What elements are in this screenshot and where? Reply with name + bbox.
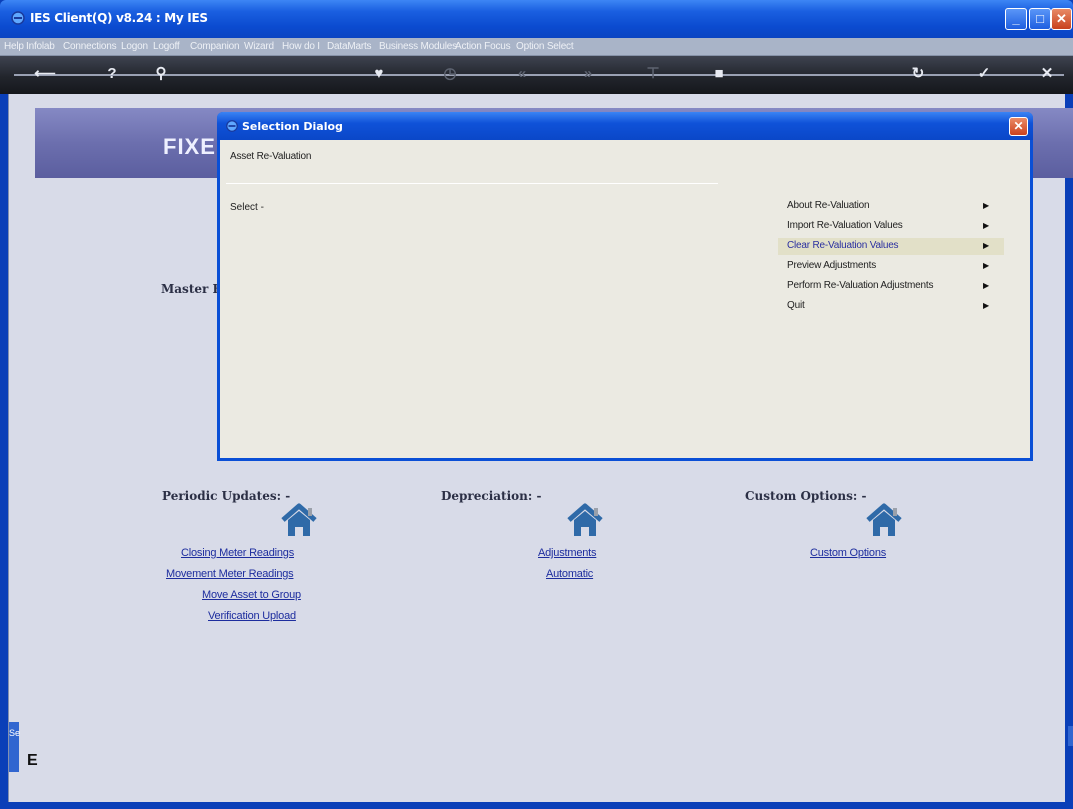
menu-option-select[interactable]: Option Select (516, 41, 574, 52)
dialog-subtitle: Asset Re-Valuation (230, 151, 312, 162)
select-label: Select - (230, 202, 264, 213)
back-icon[interactable]: ⟵ (32, 62, 58, 86)
side-panel-tab[interactable]: Se (9, 722, 21, 772)
menu-item-label: Import Re-Valuation Values (787, 220, 903, 231)
right-panel-tab[interactable] (1068, 726, 1073, 746)
menu-companion[interactable]: Companion (190, 41, 240, 52)
home-icon[interactable] (279, 502, 319, 538)
home-icon[interactable] (565, 502, 605, 538)
menu-how-do-i[interactable]: How do I (282, 41, 320, 52)
dialog-close-button[interactable]: ✕ (1009, 117, 1028, 136)
ie-app-icon (226, 120, 238, 132)
check-icon[interactable]: ✓ (971, 62, 997, 86)
ie-app-icon (11, 11, 25, 25)
side-panel-label: Se (9, 728, 21, 738)
clock-icon[interactable]: ◷ (437, 62, 463, 86)
minimize-button[interactable]: _ (1005, 8, 1027, 30)
menu-logon[interactable]: Logon (121, 41, 148, 52)
help-icon[interactable]: ? (99, 62, 125, 86)
menu-item-perform-revaluation-adjustments[interactable]: Perform Re-Valuation Adjustments ▶ (778, 278, 1004, 295)
menu-business-modules[interactable]: Business Modules (379, 41, 457, 52)
arrow-right-icon: ▶ (983, 221, 989, 230)
banner-title: FIXE (163, 134, 216, 159)
menu-wizard[interactable]: Wizard (244, 41, 274, 52)
dialog-title: Selection Dialog (242, 120, 343, 133)
automatic-link[interactable]: Automatic (546, 568, 593, 580)
arrow-right-icon: ▶ (983, 201, 989, 210)
menu-item-clear-revaluation-values[interactable]: Clear Re-Valuation Values ▶ (778, 238, 1004, 255)
window-title: IES Client(Q) v8.24 : My IES (30, 11, 208, 25)
movement-meter-readings-link[interactable]: Movement Meter Readings (166, 568, 294, 580)
search-icon[interactable]: ⚲ (148, 62, 174, 86)
menu-item-quit[interactable]: Quit ▶ (778, 298, 1004, 315)
app-window: IES Client(Q) v8.24 : My IES _ □ ✕ Help … (0, 0, 1073, 809)
arrow-right-icon: ▶ (983, 261, 989, 270)
separator (226, 183, 718, 184)
custom-options-heading: Custom Options: - (745, 489, 867, 503)
refresh-icon[interactable]: ↻ (905, 62, 931, 86)
selection-dialog: Selection Dialog ✕ Asset Re-Valuation Se… (217, 112, 1033, 461)
menu-item-preview-adjustments[interactable]: Preview Adjustments ▶ (778, 258, 1004, 275)
menu-action-focus[interactable]: Action Focus (455, 41, 511, 52)
arrow-right-icon: ▶ (983, 281, 989, 290)
menu-item-import-revaluation-values[interactable]: Import Re-Valuation Values ▶ (778, 218, 1004, 235)
menu-item-label: Clear Re-Valuation Values (787, 240, 899, 251)
menu-infolab[interactable]: Infolab (26, 41, 55, 52)
forward-icon[interactable]: » (575, 62, 601, 86)
menu-bar: Help Infolab Connections Logon Logoff Co… (0, 38, 1073, 56)
periodic-updates-heading: Periodic Updates: - (162, 489, 291, 503)
custom-options-link[interactable]: Custom Options (810, 547, 886, 559)
home-icon[interactable] (864, 502, 904, 538)
adjustments-link[interactable]: Adjustments (538, 547, 597, 559)
move-asset-to-group-link[interactable]: Move Asset to Group (202, 589, 301, 601)
menu-item-label: Preview Adjustments (787, 260, 877, 271)
menu-logoff[interactable]: Logoff (153, 41, 180, 52)
pin-icon[interactable]: ⊤ (640, 62, 666, 86)
verification-upload-link[interactable]: Verification Upload (208, 610, 296, 622)
closing-meter-readings-link[interactable]: Closing Meter Readings (181, 547, 294, 559)
depreciation-heading: Depreciation: - (441, 489, 542, 503)
arrow-right-icon: ▶ (983, 241, 989, 250)
menu-help[interactable]: Help (4, 41, 24, 52)
menu-item-about-revaluation[interactable]: About Re-Valuation ▶ (778, 198, 1004, 215)
menu-item-label: Perform Re-Valuation Adjustments (787, 280, 934, 291)
menu-item-label: About Re-Valuation (787, 200, 870, 211)
arrow-right-icon: ▶ (983, 301, 989, 310)
close-button[interactable]: ✕ (1051, 8, 1072, 30)
master-files-heading: Master F (161, 282, 222, 296)
title-bar[interactable]: IES Client(Q) v8.24 : My IES _ □ ✕ (0, 0, 1073, 38)
dialog-body: Asset Re-Valuation Select - About Re-Val… (220, 140, 1030, 458)
stop-icon[interactable]: ■ (706, 62, 732, 86)
menu-connections[interactable]: Connections (63, 41, 117, 52)
side-icon: E (27, 752, 38, 769)
rewind-icon[interactable]: « (509, 62, 535, 86)
menu-item-label: Quit (787, 300, 805, 311)
dialog-title-bar[interactable]: Selection Dialog ✕ (217, 112, 1033, 140)
toolbar: ⟵ ? ⚲ ♥ ◷ « » ⊤ ■ ↻ ✓ ✕ (0, 56, 1073, 94)
menu-datamarts[interactable]: DataMarts (327, 41, 372, 52)
heart-icon[interactable]: ♥ (366, 62, 392, 86)
maximize-button[interactable]: □ (1029, 8, 1051, 30)
close-icon[interactable]: ✕ (1034, 62, 1060, 86)
